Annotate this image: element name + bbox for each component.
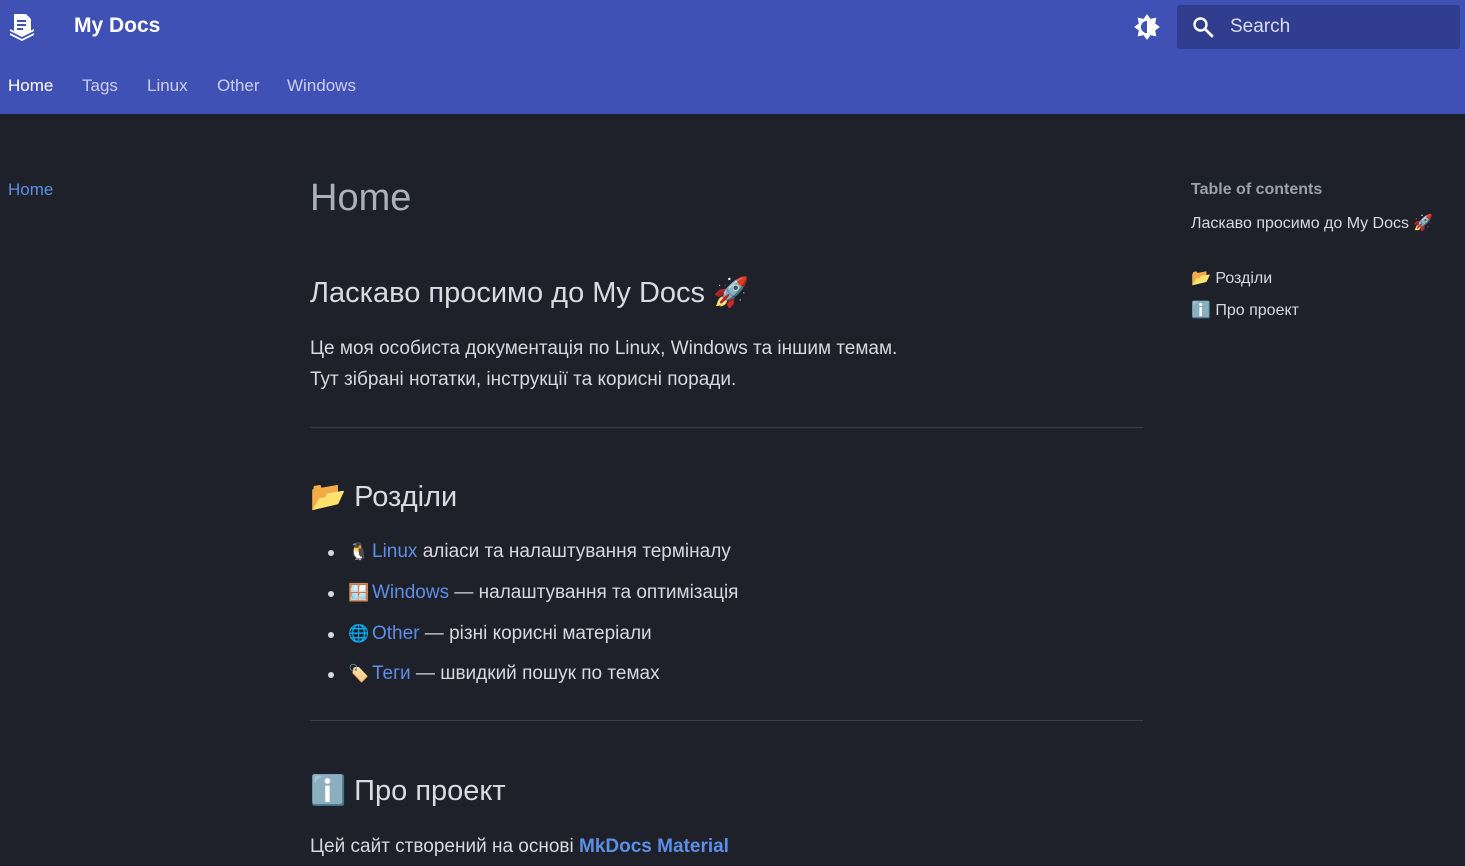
search-input[interactable]: Search — [1177, 5, 1460, 49]
search-icon — [1193, 17, 1214, 38]
intro-line-2: Тут зібрані нотатки, інструкції та корис… — [310, 369, 737, 390]
about-text: Цей сайт створений на основі MkDocs Mate… — [310, 831, 729, 862]
bullet — [328, 672, 334, 678]
about-text-prefix: Цей сайт створений на основі — [310, 836, 580, 857]
about-heading: ℹ️ Про проект — [310, 775, 506, 807]
penguin-icon: 🐧 — [348, 542, 370, 561]
tab-windows[interactable]: Windows — [287, 76, 356, 96]
search-placeholder: Search — [1230, 16, 1291, 37]
welcome-heading: Ласкаво просимо до My Docs 🚀 — [310, 277, 750, 309]
list-item-text: — різні корисні матеріали — [419, 623, 652, 644]
bullet — [328, 591, 334, 597]
divider — [310, 720, 1143, 721]
globe-icon: 🌐 — [348, 624, 370, 643]
linux-link[interactable]: Linux — [372, 541, 417, 562]
page-title: Home — [310, 177, 412, 219]
list-item-text: — швидкий пошук по темах — [410, 663, 660, 684]
toc-title: Table of contents — [1191, 181, 1323, 198]
other-link[interactable]: Other — [372, 623, 420, 644]
tab-home[interactable]: Home — [8, 76, 53, 96]
tab-tags[interactable]: Tags — [82, 76, 118, 96]
tab-other[interactable]: Other — [217, 76, 260, 96]
intro-line-1: Це моя особиста документація по Linux, W… — [310, 338, 898, 359]
toc-item-sections[interactable]: 📂 Розділи — [1191, 268, 1441, 290]
brightness-toggle-icon[interactable] — [1133, 13, 1161, 41]
bullet — [328, 632, 334, 638]
tag-icon: 🏷️ — [348, 664, 370, 683]
windows-link[interactable]: Windows — [372, 582, 449, 603]
toc-item-welcome[interactable]: Ласкаво просимо до My Docs 🚀 — [1191, 213, 1441, 235]
header-bar: My Docs Search Home Tags Linux Other Win… — [0, 0, 1465, 114]
tags-link[interactable]: Теги — [372, 663, 411, 684]
list-item-text: — налаштування та оптимізація — [449, 582, 739, 603]
sidebar-item-home[interactable]: Home — [8, 180, 53, 200]
bullet — [328, 550, 334, 556]
mkdocs-material-link[interactable]: MkDocs Material — [579, 836, 729, 857]
tab-linux[interactable]: Linux — [147, 76, 188, 96]
stacked-docs-icon[interactable] — [6, 10, 38, 42]
site-title[interactable]: My Docs — [74, 14, 160, 38]
divider — [310, 427, 1143, 428]
window-icon: 🪟 — [348, 583, 370, 602]
toc-item-about[interactable]: ℹ️ Про проект — [1191, 300, 1441, 322]
list-item-text: аліаси та налаштування терміналу — [417, 541, 731, 562]
sections-heading: 📂 Розділи — [310, 481, 458, 513]
